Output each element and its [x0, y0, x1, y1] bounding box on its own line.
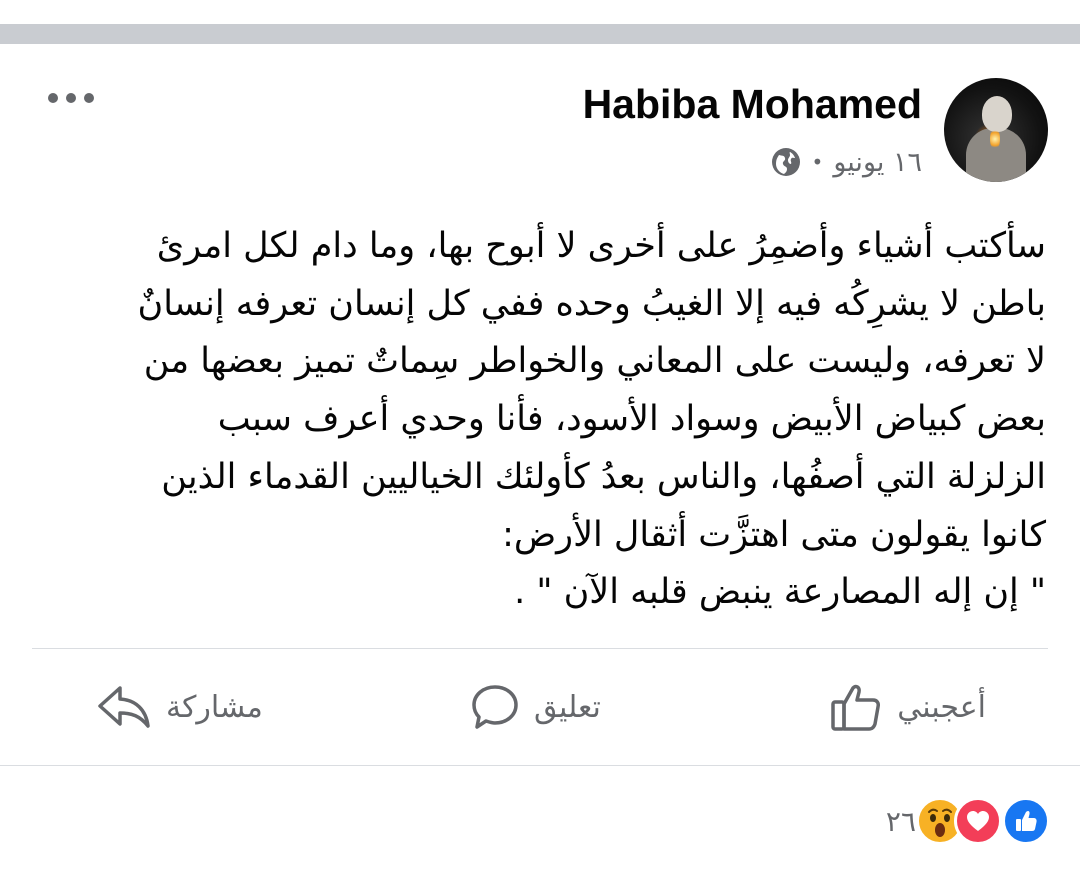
like-reaction-icon: [1002, 797, 1050, 845]
meta-separator: •: [811, 150, 824, 174]
divider: [0, 765, 1080, 766]
more-options-icon[interactable]: [48, 90, 94, 106]
share-arrow-icon: [98, 686, 150, 728]
post-text-line: " إن إله المصارعة ينبض قلبه الآن " .: [514, 572, 1046, 613]
author-name[interactable]: Habiba Mohamed: [583, 80, 922, 128]
like-label: أعجبني: [897, 689, 986, 725]
feed-separator: [0, 24, 1080, 44]
post-text-line: الزلزلة التي أصفُها، والناس بعدُ كأولئك …: [161, 456, 1046, 497]
post-text-line: باطن لا يشرِكُه فيه إلا الغيبُ وحده ففي …: [137, 283, 1046, 324]
thumbs-up-icon: [831, 684, 881, 731]
top-spacer: [0, 0, 1080, 24]
like-button[interactable]: أعجبني: [829, 672, 986, 742]
reaction-count[interactable]: ٢٦: [886, 805, 916, 838]
reactions-summary[interactable]: ٢٦: [886, 797, 1050, 845]
share-label: مشاركة: [166, 689, 263, 725]
avatar[interactable]: [944, 78, 1048, 182]
post-meta: ١٦ يونيو •: [770, 142, 922, 182]
post-text: سأكتب أشياء وأضمِرُ على أخرى لا أبوح بها…: [30, 218, 1046, 622]
share-button[interactable]: مشاركة: [96, 672, 263, 742]
post-text-line: بعض كبياض الأبيض وسواد الأسود، فأنا وحدي…: [217, 399, 1046, 440]
post-text-line: لا تعرفه، وليست على المعاني والخواطر سِم…: [143, 341, 1046, 382]
divider: [32, 648, 1048, 649]
comment-button[interactable]: تعليق: [470, 672, 601, 742]
comment-label: تعليق: [534, 689, 601, 725]
post-text-line: كانوا يقولون متى اهتزَّت أثقال الأرض:: [502, 514, 1046, 555]
post-text-line: سأكتب أشياء وأضمِرُ على أخرى لا أبوح بها…: [156, 226, 1046, 266]
love-reaction-icon: [954, 797, 1002, 845]
post-date[interactable]: ١٦ يونيو: [833, 147, 922, 178]
globe-icon[interactable]: [770, 146, 802, 178]
comment-bubble-icon: [472, 685, 518, 729]
